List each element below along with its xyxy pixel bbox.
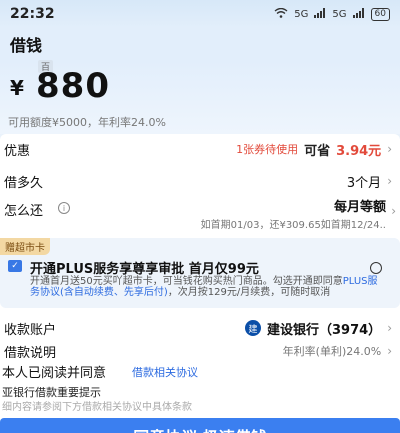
wifi-icon: [274, 7, 288, 21]
repay-value: 每月等额: [333, 200, 386, 215]
chevron-right-icon: ›: [387, 344, 392, 358]
save-amount: 3.94元: [336, 143, 382, 159]
description-right: 年利率(单利)24.0% ›: [283, 343, 392, 359]
chevron-right-icon: ›: [387, 321, 392, 335]
discount-right: 1张券待使用 可省 3.94元 ›: [236, 140, 392, 159]
battery-icon: 60: [370, 7, 390, 21]
repay-detail: 如首期01/03，还¥309.65如首期12/24..: [200, 220, 386, 231]
notice-text: 细内容请参阅下方借款相关协议中具体条款: [2, 402, 192, 413]
status-bar: 22:32 5G 5G 60: [0, 0, 400, 28]
submit-button[interactable]: 同意协议 极速借钱: [0, 418, 400, 433]
plus-title: 开通PLUS服务享尊享审批 首月仅99元: [30, 262, 259, 277]
chevron-right-icon: ›: [387, 174, 392, 188]
account-right: 建 建设银行（3974） ›: [245, 319, 392, 338]
page-header: 借钱: [0, 28, 400, 60]
bank-logo-icon: 建: [245, 320, 261, 336]
chevron-right-icon: ›: [391, 204, 396, 218]
signal-label-2: 5G: [332, 8, 347, 20]
plus-desc-text-2: ，次月按129元/月续费，可随时取消: [167, 287, 331, 298]
limit-text: 可用额度¥5000，年利率24.0%: [8, 116, 166, 129]
discount-label: 优惠: [4, 143, 31, 159]
chevron-right-icon: ›: [387, 142, 392, 156]
system-icons: 5G 5G 60: [274, 7, 390, 21]
bank-name: 建设银行（3974）: [267, 322, 382, 338]
discount-row[interactable]: 优惠 1张券待使用 可省 3.94元 ›: [0, 136, 400, 162]
plus-service-card[interactable]: 赠超市卡 ✓ 开通PLUS服务享尊享审批 首月仅99元 开通首月送50元买吖超市…: [0, 238, 400, 308]
agreement-link[interactable]: 借款相关协议: [132, 364, 198, 380]
plus-card-icon: ✓: [8, 260, 22, 272]
signal-icon-2: [352, 7, 365, 21]
repay-label: 怎么还: [4, 204, 44, 219]
account-label: 收款账户: [4, 322, 57, 338]
signal-icon: [314, 7, 326, 21]
term-value: 3个月: [346, 175, 382, 191]
amount-input[interactable]: 880: [36, 66, 110, 106]
agreement-text: 本人已阅读并同意: [2, 366, 107, 381]
plus-badge: 赠超市卡: [0, 238, 50, 255]
repay-row[interactable]: 怎么还 i 每月等额 如首期01/03，还¥309.65如首期12/24.. ›: [0, 196, 400, 234]
save-label: 可省: [304, 143, 331, 159]
plus-description: 开通首月送50元买吖超市卡，可当钱花购买热门商品。勾选开通即同意PLUS服务协议…: [30, 276, 380, 298]
plus-desc-text: 开通首月送50元买吖超市卡，可当钱花购买热门商品。勾选开通即同意: [30, 276, 343, 287]
coupon-badge: 1张券待使用: [236, 143, 299, 156]
account-row[interactable]: 收款账户 建 建设银行（3974） ›: [0, 312, 400, 344]
status-time: 22:32: [10, 6, 55, 22]
term-row[interactable]: 借多久 3个月 ›: [0, 168, 400, 194]
term-label: 借多久: [4, 175, 44, 191]
amount-area: 百 ¥ 880 可用额度¥5000，年利率24.0%: [0, 60, 400, 134]
info-icon[interactable]: i: [58, 202, 70, 214]
plus-radio[interactable]: [370, 262, 382, 274]
currency-symbol: ¥: [10, 76, 24, 100]
page-title: 借钱: [10, 36, 43, 55]
signal-label-1: 5G: [294, 8, 309, 20]
description-value: 年利率(单利)24.0%: [282, 345, 382, 358]
term-right: 3个月 ›: [347, 172, 392, 191]
